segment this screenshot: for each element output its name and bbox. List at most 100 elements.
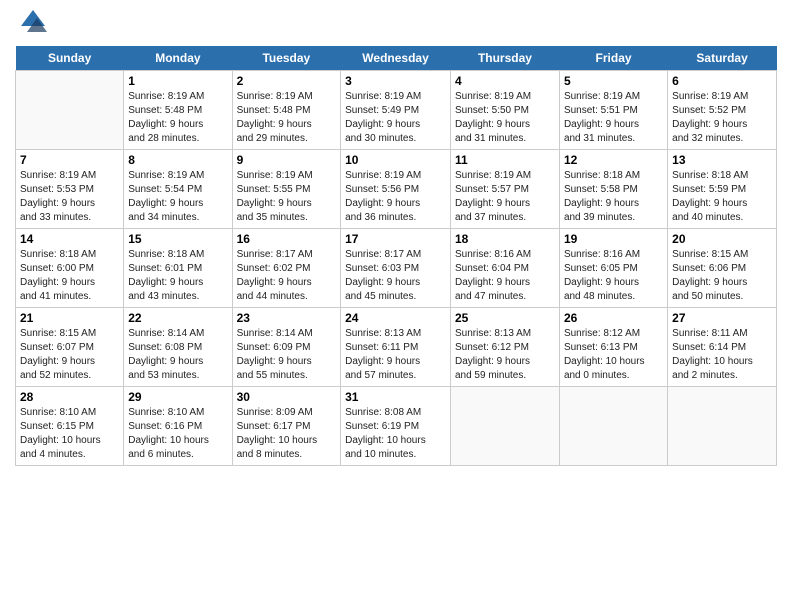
calendar-cell: 31 Sunrise: 8:08 AM Sunset: 6:19 PM Dayli… <box>341 387 451 466</box>
day-number: 6 <box>672 74 772 88</box>
day-number: 3 <box>345 74 446 88</box>
calendar-cell: 22 Sunrise: 8:14 AM Sunset: 6:08 PM Dayli… <box>124 308 232 387</box>
day-number: 2 <box>237 74 337 88</box>
calendar-cell: 16 Sunrise: 8:17 AM Sunset: 6:02 PM Dayli… <box>232 229 341 308</box>
calendar-cell: 4Sunrise: 8:19 AM Sunset: 5:50 PM Daylig… <box>450 71 559 150</box>
calendar-body: 1 Sunrise: 8:19 AM Sunset: 5:48 PM Daylig… <box>16 71 777 466</box>
day-info: Sunrise: 8:19 AM Sunset: 5:51 PM Dayligh… <box>564 90 663 146</box>
calendar-cell: 26 Sunrise: 8:12 AM Sunset: 6:13 PM Dayli… <box>559 308 667 387</box>
calendar-cell <box>16 71 124 150</box>
calendar-cell: 29 Sunrise: 8:10 AM Sunset: 6:16 PM Dayli… <box>124 387 232 466</box>
day-info: Sunrise: 8:19 AM Sunset: 5:48 PM Dayligh… <box>128 90 227 146</box>
calendar-cell: 13Sunrise: 8:18 AM Sunset: 5:59 PM Dayli… <box>668 150 777 229</box>
day-number: 7 <box>20 153 119 167</box>
calendar-row: 14 Sunrise: 8:18 AM Sunset: 6:00 PM Dayli… <box>16 229 777 308</box>
day-number: 18 <box>455 232 555 246</box>
calendar-cell: 14 Sunrise: 8:18 AM Sunset: 6:00 PM Dayli… <box>16 229 124 308</box>
day-info: Sunrise: 8:17 AM Sunset: 6:02 PM Dayligh… <box>237 248 337 304</box>
calendar-row: 21Sunrise: 8:15 AM Sunset: 6:07 PM Dayli… <box>16 308 777 387</box>
calendar-cell: 11 Sunrise: 8:19 AM Sunset: 5:57 PM Dayli… <box>450 150 559 229</box>
weekday-header-cell: Saturday <box>668 46 777 71</box>
day-number: 25 <box>455 311 555 325</box>
day-info: Sunrise: 8:18 AM Sunset: 5:59 PM Dayligh… <box>672 169 772 225</box>
day-info: Sunrise: 8:19 AM Sunset: 5:54 PM Dayligh… <box>128 169 227 225</box>
day-number: 1 <box>128 74 227 88</box>
day-info: Sunrise: 8:13 AM Sunset: 6:11 PM Dayligh… <box>345 327 446 383</box>
day-number: 26 <box>564 311 663 325</box>
weekday-header-cell: Sunday <box>16 46 124 71</box>
day-number: 31 <box>345 390 446 404</box>
calendar-cell: 10 Sunrise: 8:19 AM Sunset: 5:56 PM Dayli… <box>341 150 451 229</box>
day-number: 27 <box>672 311 772 325</box>
calendar-cell: 17Sunrise: 8:17 AM Sunset: 6:03 PM Dayli… <box>341 229 451 308</box>
day-number: 24 <box>345 311 446 325</box>
day-number: 11 <box>455 153 555 167</box>
day-info: Sunrise: 8:16 AM Sunset: 6:04 PM Dayligh… <box>455 248 555 304</box>
calendar-cell: 15 Sunrise: 8:18 AM Sunset: 6:01 PM Dayli… <box>124 229 232 308</box>
day-info: Sunrise: 8:19 AM Sunset: 5:56 PM Dayligh… <box>345 169 446 225</box>
logo <box>15 14 49 38</box>
day-number: 12 <box>564 153 663 167</box>
weekday-header-cell: Wednesday <box>341 46 451 71</box>
page-container: SundayMondayTuesdayWednesdayThursdayFrid… <box>0 0 792 476</box>
day-info: Sunrise: 8:15 AM Sunset: 6:07 PM Dayligh… <box>20 327 119 383</box>
calendar-row: 7 Sunrise: 8:19 AM Sunset: 5:53 PM Daylig… <box>16 150 777 229</box>
day-number: 14 <box>20 232 119 246</box>
weekday-header-cell: Thursday <box>450 46 559 71</box>
day-number: 30 <box>237 390 337 404</box>
calendar-cell: 5Sunrise: 8:19 AM Sunset: 5:51 PM Daylig… <box>559 71 667 150</box>
day-info: Sunrise: 8:10 AM Sunset: 6:16 PM Dayligh… <box>128 406 227 462</box>
calendar-cell: 21Sunrise: 8:15 AM Sunset: 6:07 PM Dayli… <box>16 308 124 387</box>
day-number: 19 <box>564 232 663 246</box>
day-info: Sunrise: 8:19 AM Sunset: 5:48 PM Dayligh… <box>237 90 337 146</box>
day-info: Sunrise: 8:11 AM Sunset: 6:14 PM Dayligh… <box>672 327 772 383</box>
day-info: Sunrise: 8:12 AM Sunset: 6:13 PM Dayligh… <box>564 327 663 383</box>
calendar-cell: 28 Sunrise: 8:10 AM Sunset: 6:15 PM Dayli… <box>16 387 124 466</box>
day-info: Sunrise: 8:18 AM Sunset: 6:00 PM Dayligh… <box>20 248 119 304</box>
calendar-row: 1 Sunrise: 8:19 AM Sunset: 5:48 PM Daylig… <box>16 71 777 150</box>
calendar-cell <box>559 387 667 466</box>
day-number: 29 <box>128 390 227 404</box>
day-info: Sunrise: 8:18 AM Sunset: 5:58 PM Dayligh… <box>564 169 663 225</box>
weekday-header-cell: Friday <box>559 46 667 71</box>
calendar-cell: 7 Sunrise: 8:19 AM Sunset: 5:53 PM Daylig… <box>16 150 124 229</box>
day-number: 9 <box>237 153 337 167</box>
day-info: Sunrise: 8:16 AM Sunset: 6:05 PM Dayligh… <box>564 248 663 304</box>
day-number: 22 <box>128 311 227 325</box>
day-info: Sunrise: 8:17 AM Sunset: 6:03 PM Dayligh… <box>345 248 446 304</box>
calendar-cell: 24 Sunrise: 8:13 AM Sunset: 6:11 PM Dayli… <box>341 308 451 387</box>
calendar-cell: 12 Sunrise: 8:18 AM Sunset: 5:58 PM Dayli… <box>559 150 667 229</box>
calendar-cell: 20 Sunrise: 8:15 AM Sunset: 6:06 PM Dayli… <box>668 229 777 308</box>
day-info: Sunrise: 8:08 AM Sunset: 6:19 PM Dayligh… <box>345 406 446 462</box>
day-info: Sunrise: 8:14 AM Sunset: 6:09 PM Dayligh… <box>237 327 337 383</box>
calendar-cell: 2 Sunrise: 8:19 AM Sunset: 5:48 PM Daylig… <box>232 71 341 150</box>
calendar-cell: 1 Sunrise: 8:19 AM Sunset: 5:48 PM Daylig… <box>124 71 232 150</box>
day-number: 16 <box>237 232 337 246</box>
day-number: 15 <box>128 232 227 246</box>
calendar-cell: 25Sunrise: 8:13 AM Sunset: 6:12 PM Dayli… <box>450 308 559 387</box>
day-number: 28 <box>20 390 119 404</box>
calendar-cell: 27 Sunrise: 8:11 AM Sunset: 6:14 PM Dayli… <box>668 308 777 387</box>
day-info: Sunrise: 8:15 AM Sunset: 6:06 PM Dayligh… <box>672 248 772 304</box>
weekday-header-row: SundayMondayTuesdayWednesdayThursdayFrid… <box>16 46 777 71</box>
calendar-cell <box>668 387 777 466</box>
calendar-cell: 8Sunrise: 8:19 AM Sunset: 5:54 PM Daylig… <box>124 150 232 229</box>
day-info: Sunrise: 8:19 AM Sunset: 5:53 PM Dayligh… <box>20 169 119 225</box>
calendar-cell: 6Sunrise: 8:19 AM Sunset: 5:52 PM Daylig… <box>668 71 777 150</box>
day-number: 20 <box>672 232 772 246</box>
calendar-cell: 9 Sunrise: 8:19 AM Sunset: 5:55 PM Daylig… <box>232 150 341 229</box>
day-info: Sunrise: 8:18 AM Sunset: 6:01 PM Dayligh… <box>128 248 227 304</box>
calendar-cell: 30Sunrise: 8:09 AM Sunset: 6:17 PM Dayli… <box>232 387 341 466</box>
weekday-header-cell: Monday <box>124 46 232 71</box>
calendar-cell: 18 Sunrise: 8:16 AM Sunset: 6:04 PM Dayli… <box>450 229 559 308</box>
calendar-row: 28 Sunrise: 8:10 AM Sunset: 6:15 PM Dayli… <box>16 387 777 466</box>
day-info: Sunrise: 8:19 AM Sunset: 5:50 PM Dayligh… <box>455 90 555 146</box>
logo-icon <box>17 6 49 38</box>
day-info: Sunrise: 8:10 AM Sunset: 6:15 PM Dayligh… <box>20 406 119 462</box>
day-info: Sunrise: 8:19 AM Sunset: 5:57 PM Dayligh… <box>455 169 555 225</box>
day-info: Sunrise: 8:19 AM Sunset: 5:55 PM Dayligh… <box>237 169 337 225</box>
day-number: 10 <box>345 153 446 167</box>
day-info: Sunrise: 8:14 AM Sunset: 6:08 PM Dayligh… <box>128 327 227 383</box>
calendar-cell: 3Sunrise: 8:19 AM Sunset: 5:49 PM Daylig… <box>341 71 451 150</box>
header <box>15 10 777 38</box>
